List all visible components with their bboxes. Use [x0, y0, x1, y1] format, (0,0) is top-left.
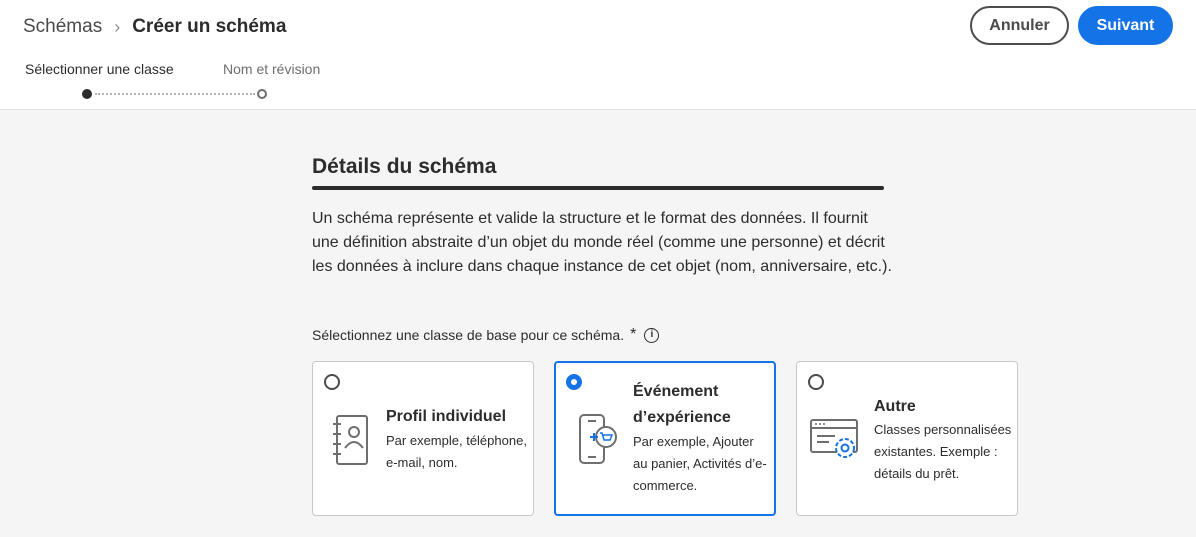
class-card-other[interactable]: Autre Classes personnalisées existantes.…: [796, 361, 1018, 516]
next-button[interactable]: Suivant: [1078, 6, 1173, 45]
step-connector: [95, 93, 255, 95]
class-select-text: Sélectionnez une classe de base pour ce …: [312, 327, 625, 343]
step-label-select-class[interactable]: Sélectionner une classe: [25, 61, 174, 77]
mobile-cart-icon: [579, 414, 617, 464]
section-divider: [312, 186, 884, 190]
class-card-experience-event[interactable]: Événement d’expérience Par exemple, Ajou…: [554, 361, 776, 516]
section-title: Détails du schéma: [312, 155, 497, 178]
required-marker: *: [630, 326, 637, 343]
top-bar: Schémas › Créer un schéma Annuler Suivan…: [0, 0, 1196, 110]
chevron-right-icon: ›: [114, 17, 121, 37]
contact-book-icon: [333, 415, 368, 465]
class-card-individual-profile[interactable]: Profil individuel Par exemple, téléphone…: [312, 361, 534, 516]
info-icon[interactable]: i: [644, 327, 660, 343]
step-indicator-pending: [257, 89, 267, 99]
radio-experience-event[interactable]: [566, 374, 582, 390]
card-title: Profil individuel: [386, 408, 507, 425]
section-description: Un schéma représente et valide la struct…: [312, 210, 892, 275]
card-description: Classes personnalisées existantes. Exemp…: [874, 422, 1012, 481]
radio-other[interactable]: [808, 374, 824, 390]
card-description: Par exemple, téléphone, e-mail, nom.: [386, 433, 527, 470]
cancel-button[interactable]: Annuler: [970, 6, 1069, 45]
breadcrumb: Schémas › Créer un schéma: [23, 16, 286, 38]
card-description: Par exemple, Ajouter au panier, Activité…: [633, 434, 767, 493]
step-indicator-current: [82, 89, 92, 99]
page-title: Créer un schéma: [132, 16, 287, 37]
breadcrumb-schemas-link[interactable]: Schémas: [23, 16, 102, 38]
card-title: Événement d’expérience: [633, 383, 731, 426]
class-select-label: Sélectionnez une classe de base pour ce …: [312, 326, 660, 344]
window-gear-icon: [810, 419, 858, 458]
radio-individual-profile[interactable]: [324, 374, 340, 390]
card-title: Autre: [874, 398, 916, 415]
step-label-name-review[interactable]: Nom et révision: [223, 61, 320, 77]
